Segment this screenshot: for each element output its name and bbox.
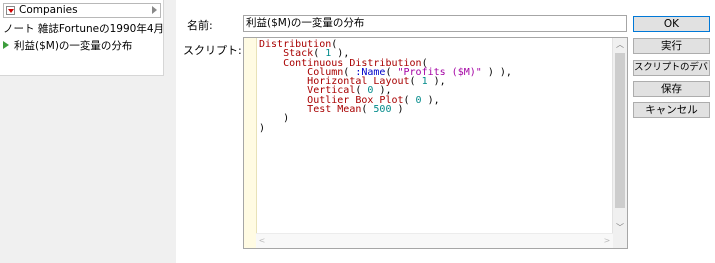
debug-script-button[interactable]: スクリプトのデバッグ [633, 60, 710, 76]
name-field[interactable]: 利益($M)の一変量の分布 [243, 15, 627, 32]
name-label: 名前: [187, 19, 213, 32]
editor-gutter [244, 38, 257, 248]
script-editor[interactable]: Distribution( Stack( 1 ), Continuous Dis… [243, 37, 628, 249]
tree-header-title: Companies [19, 4, 78, 16]
cancel-button[interactable]: キャンセル [633, 102, 710, 118]
red-triangle-menu-icon[interactable] [6, 6, 15, 15]
vertical-scrollbar[interactable]: ︿ ﹀ [612, 38, 627, 248]
script-label: スクリプト: [183, 44, 242, 57]
table-script-label: 利益($M)の一変量の分布 [14, 40, 133, 52]
scroll-up-icon[interactable]: ︿ [613, 38, 627, 51]
run-button[interactable]: 実行 [633, 38, 710, 54]
scroll-thumb[interactable] [615, 53, 625, 208]
scroll-right-icon[interactable]: > [601, 234, 613, 248]
scroll-down-icon[interactable]: ﹀ [613, 221, 627, 234]
tree-panel: Companies ノート 雑誌Fortuneの1990年4月 利益($M)の一… [0, 0, 164, 76]
table-note: ノート 雑誌Fortuneの1990年4月 [3, 23, 165, 35]
play-icon[interactable] [3, 41, 9, 49]
ok-button[interactable]: OK [633, 16, 710, 32]
table-script-item[interactable]: 利益($M)の一変量の分布 [3, 38, 132, 53]
scroll-left-icon[interactable]: < [256, 234, 268, 248]
tree-header[interactable]: Companies [3, 3, 161, 18]
horizontal-scrollbar[interactable]: < > [256, 233, 613, 248]
save-button[interactable]: 保存 [633, 81, 710, 97]
script-code[interactable]: Distribution( Stack( 1 ), Continuous Dis… [259, 40, 512, 134]
collapse-arrow-icon[interactable] [152, 6, 157, 14]
